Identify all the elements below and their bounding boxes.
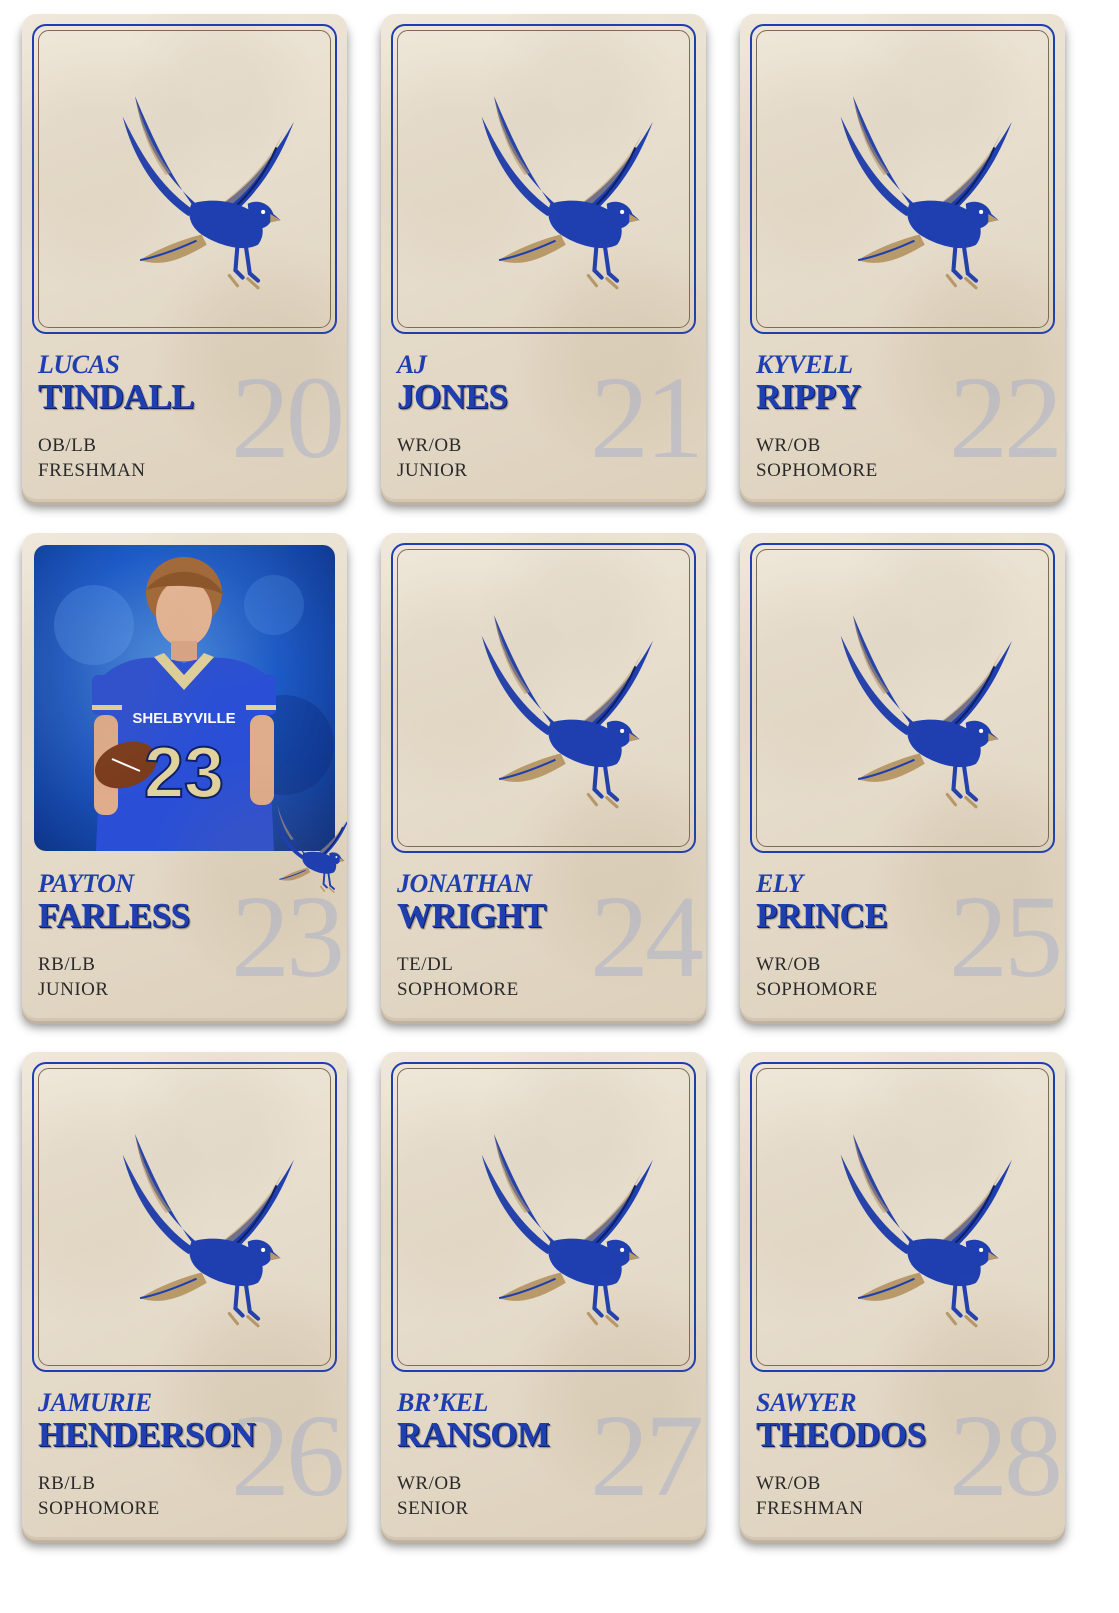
player-last-name: RIPPY bbox=[756, 377, 861, 416]
player-card[interactable]: 28 SAWYER THEODOS WR/OB FRESHMAN bbox=[740, 1052, 1065, 1537]
player-last-name: HENDERSON bbox=[38, 1415, 256, 1454]
card-frame bbox=[750, 543, 1055, 853]
player-card[interactable]: 25 ELY PRINCE WR/OB SOPHOMORE bbox=[740, 533, 1065, 1018]
player-last-name: THEODOS bbox=[756, 1415, 926, 1454]
player-card[interactable]: 26 JAMURIE HENDERSON RB/LB SOPHOMORE bbox=[22, 1052, 347, 1537]
player-card[interactable]: 24 JONATHAN WRIGHT TE/DL SOPHOMORE bbox=[381, 533, 706, 1018]
jersey-number: 21 bbox=[590, 352, 704, 483]
player-card[interactable]: 20 LUCAS TINDALL OB/LB FRESHMAN bbox=[22, 14, 347, 499]
player-last-name: FARLESS bbox=[38, 896, 190, 935]
hawk-logo-icon bbox=[812, 605, 1017, 820]
player-year: SOPHOMORE bbox=[756, 979, 878, 1000]
player-year: SOPHOMORE bbox=[397, 979, 519, 1000]
hawk-logo-icon bbox=[453, 1124, 658, 1339]
player-year: FRESHMAN bbox=[38, 460, 146, 481]
jersey-number: 24 bbox=[590, 871, 704, 1002]
player-first-name: AJ bbox=[397, 350, 427, 379]
player-position: RB/LB bbox=[38, 954, 96, 975]
player-position: WR/OB bbox=[756, 1473, 821, 1494]
player-position: TE/DL bbox=[397, 954, 454, 975]
player-last-name: RANSOM bbox=[397, 1415, 550, 1454]
player-card[interactable]: SHELBYVILLE 23 23 PAYTON FARLESS RB/LB J… bbox=[22, 533, 347, 1018]
hawk-logo-icon bbox=[812, 1124, 1017, 1339]
jersey-number: 23 bbox=[144, 733, 224, 813]
player-last-name: WRIGHT bbox=[397, 896, 546, 935]
card-frame bbox=[391, 1062, 696, 1372]
player-year: JUNIOR bbox=[38, 979, 109, 1000]
player-card[interactable]: 21 AJ JONES WR/OB JUNIOR bbox=[381, 14, 706, 499]
hawk-logo-icon bbox=[812, 86, 1017, 301]
jersey-number: 28 bbox=[949, 1390, 1063, 1521]
hawk-logo-icon bbox=[453, 86, 658, 301]
jersey-number: 25 bbox=[949, 871, 1063, 1002]
player-first-name: JAMURIE bbox=[38, 1388, 152, 1417]
hawk-logo-icon bbox=[258, 801, 347, 896]
hawk-logo-icon bbox=[453, 605, 658, 820]
player-last-name: TINDALL bbox=[38, 377, 194, 416]
player-position: OB/LB bbox=[38, 435, 97, 456]
card-frame bbox=[750, 24, 1055, 334]
hawk-logo-icon bbox=[94, 1124, 299, 1339]
player-position: WR/OB bbox=[397, 1473, 462, 1494]
player-position: WR/OB bbox=[756, 954, 821, 975]
jersey-number: 22 bbox=[949, 352, 1063, 483]
player-year: SOPHOMORE bbox=[756, 460, 878, 481]
player-first-name: PAYTON bbox=[38, 869, 134, 898]
player-year: SOPHOMORE bbox=[38, 1498, 160, 1519]
card-frame bbox=[32, 24, 337, 334]
player-year: JUNIOR bbox=[397, 460, 468, 481]
player-year: FRESHMAN bbox=[756, 1498, 864, 1519]
player-first-name: SAWYER bbox=[756, 1388, 857, 1417]
player-last-name: PRINCE bbox=[756, 896, 888, 935]
player-first-name: JONATHAN bbox=[397, 869, 532, 898]
hawk-logo-icon bbox=[94, 86, 299, 301]
player-first-name: KYVELL bbox=[756, 350, 853, 379]
player-year: SENIOR bbox=[397, 1498, 469, 1519]
player-card[interactable]: 27 BR’KEL RANSOM WR/OB SENIOR bbox=[381, 1052, 706, 1537]
card-frame bbox=[391, 543, 696, 853]
player-first-name: BR’KEL bbox=[397, 1388, 488, 1417]
player-first-name: LUCAS bbox=[38, 350, 120, 379]
card-frame bbox=[750, 1062, 1055, 1372]
card-frame bbox=[32, 1062, 337, 1372]
jersey-number: 20 bbox=[231, 352, 345, 483]
player-position: WR/OB bbox=[756, 435, 821, 456]
player-last-name: JONES bbox=[397, 377, 508, 416]
player-card[interactable]: 22 KYVELL RIPPY WR/OB SOPHOMORE bbox=[740, 14, 1065, 499]
card-frame bbox=[391, 24, 696, 334]
player-position: WR/OB bbox=[397, 435, 462, 456]
jersey-number: 27 bbox=[590, 1390, 704, 1521]
player-first-name: ELY bbox=[756, 869, 803, 898]
jersey-text: SHELBYVILLE bbox=[132, 710, 235, 727]
player-position: RB/LB bbox=[38, 1473, 96, 1494]
